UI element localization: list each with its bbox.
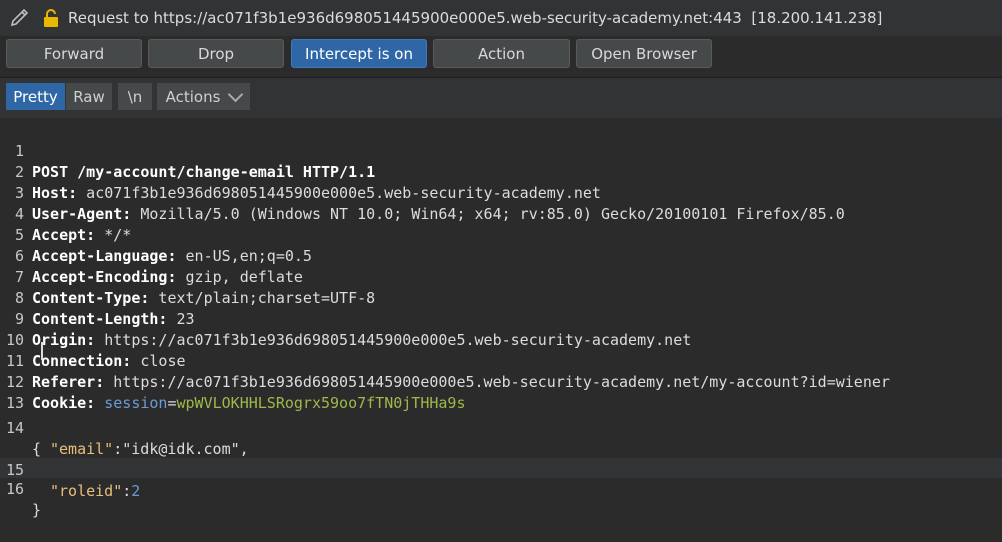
editor-line: 15 "roleid":2 xyxy=(0,439,1002,500)
editor-line: 10 Connection: close xyxy=(0,309,1002,370)
pencil-icon[interactable] xyxy=(9,8,31,28)
intercept-toggle-button[interactable]: Intercept is on xyxy=(291,39,427,68)
request-ip: [18.200.141.238] xyxy=(751,9,883,27)
text-caret xyxy=(41,342,43,360)
editor-line: 16 } xyxy=(0,458,1002,519)
actions-dropdown[interactable]: Actions xyxy=(157,83,250,110)
editor-line: 11 Referer: https://ac071f3b1e936d698051… xyxy=(0,330,1002,391)
editor-line: 14 { xyxy=(0,397,1002,458)
view-tabs: Pretty Raw \n Actions xyxy=(0,78,1002,118)
action-button[interactable]: Action xyxy=(433,39,570,68)
json-key: "roleid" xyxy=(50,482,123,500)
tab-raw[interactable]: Raw xyxy=(66,83,112,110)
request-header-bar: Request to https://ac071f3b1e936d6980514… xyxy=(0,0,1002,36)
tab-newline[interactable]: \n xyxy=(118,83,152,110)
drop-button[interactable]: Drop xyxy=(148,39,284,68)
request-title: Request to https://ac071f3b1e936d6980514… xyxy=(68,9,882,27)
actions-label: Actions xyxy=(165,87,221,106)
editor-line: 1 POST /my-account/change-email HTTP/1.1 xyxy=(0,120,1002,181)
editor-line: 6 Accept-Encoding: gzip, deflate xyxy=(0,225,1002,286)
forward-button[interactable]: Forward xyxy=(6,39,142,68)
editor-line: "email":"idk@idk.com", xyxy=(0,418,1002,458)
editor-line: 4 Accept: */* xyxy=(0,183,1002,244)
open-browser-button[interactable]: Open Browser xyxy=(576,39,712,68)
tab-pretty[interactable]: Pretty xyxy=(6,83,65,110)
editor-line: 7 Content-Type: text/plain;charset=UTF-8 xyxy=(0,246,1002,307)
json-close-brace: } xyxy=(32,501,42,519)
request-url: Request to https://ac071f3b1e936d6980514… xyxy=(68,9,742,27)
chevron-down-icon xyxy=(228,86,244,102)
editor-line: 3 User-Agent: Mozilla/5.0 (Windows NT 10… xyxy=(0,162,1002,223)
lock-icon xyxy=(44,9,58,27)
editor-line: 13 xyxy=(0,372,1002,412)
editor-line: 2 Host: ac071f3b1e936d698051445900e000e5… xyxy=(0,141,1002,202)
editor-line: 5 Accept-Language: en-US,en;q=0.5 xyxy=(0,204,1002,265)
editor-line: 8 Content-Length: 23 xyxy=(0,267,1002,328)
line-number: 16 xyxy=(5,480,24,498)
json-colon: : xyxy=(122,482,132,500)
request-editor[interactable]: 1 POST /my-account/change-email HTTP/1.1… xyxy=(0,118,1002,519)
intercept-toolbar: Forward Drop Intercept is on Action Open… xyxy=(0,39,1002,71)
editor-line: 9 Origin: https://ac071f3b1e936d69805144… xyxy=(0,288,1002,349)
json-number: 2 xyxy=(131,482,141,500)
editor-line: 12 Cookie: session=wpWVLOKHHLSRogrx59oo7… xyxy=(0,351,1002,412)
